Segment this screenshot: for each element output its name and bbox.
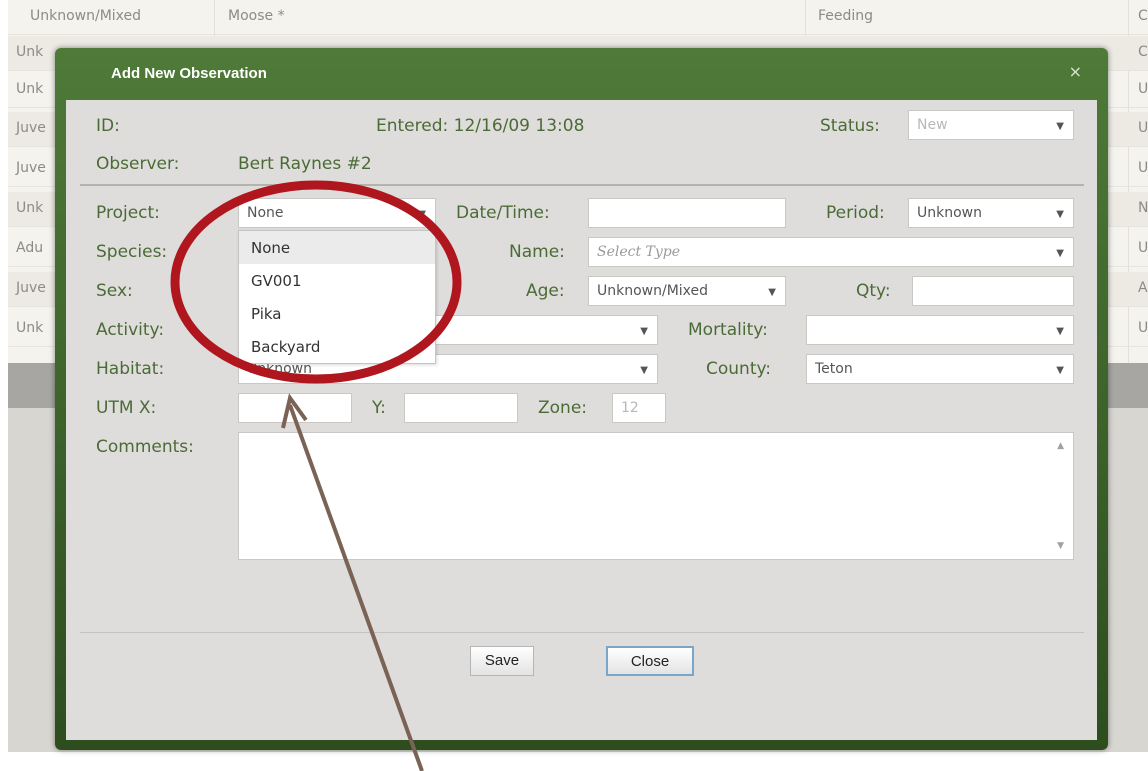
table-cell: Feeding [818, 8, 874, 24]
age-label: Age: [526, 281, 565, 301]
habitat-label: Habitat: [96, 359, 165, 379]
page-margin [0, 0, 8, 771]
close-button[interactable]: Close [606, 646, 694, 676]
project-select[interactable]: None ▼ [238, 198, 436, 228]
name-placeholder: Select Type [597, 244, 681, 260]
table-cell: Moose * [228, 8, 285, 24]
county-label: County: [706, 359, 772, 379]
dialog-body: ID: Entered: 12/16/09 13:08 Status: New … [66, 100, 1097, 740]
county-value: Teton [815, 361, 853, 377]
caret-down-icon: ▼ [1056, 209, 1064, 220]
save-button[interactable]: Save [470, 646, 534, 676]
project-value: None [247, 205, 284, 221]
project-option-pika[interactable]: Pika [239, 297, 435, 330]
table-cell: U [1138, 81, 1148, 97]
table-cell: C [1138, 44, 1148, 60]
utm-x-label: UTM X: [96, 398, 157, 418]
species-label: Species: [96, 242, 168, 262]
sex-label: Sex: [96, 281, 133, 301]
status-value: New [917, 117, 948, 133]
status-select[interactable]: New ▼ [908, 110, 1074, 140]
header-divider [80, 184, 1084, 186]
name-label: Name: [509, 242, 565, 262]
zone-value: 12 [621, 400, 639, 416]
status-label: Status: [820, 116, 880, 136]
table-cell: Juve [16, 160, 46, 176]
caret-down-icon: ▼ [1056, 248, 1064, 259]
comments-label: Comments: [96, 437, 194, 457]
county-select[interactable]: Teton ▼ [806, 354, 1074, 384]
qty-input[interactable] [912, 276, 1074, 306]
project-option-gv001[interactable]: GV001 [239, 264, 435, 297]
mortality-label: Mortality: [688, 320, 768, 340]
table-cell: N [1138, 200, 1148, 216]
table-cell: Unk [16, 81, 44, 97]
table-cell: C [1138, 8, 1148, 24]
add-observation-dialog: Add New Observation × ID: Entered: 12/16… [55, 48, 1108, 750]
age-value: Unknown/Mixed [597, 283, 709, 299]
table-cell: Adu [16, 240, 44, 256]
table-cell: U [1138, 120, 1148, 136]
mortality-select[interactable]: ▼ [806, 315, 1074, 345]
table-cell: U [1138, 240, 1148, 256]
scroll-up-icon[interactable]: ▲ [1057, 441, 1064, 451]
caret-down-icon: ▼ [640, 365, 648, 376]
caret-down-icon: ▼ [418, 209, 426, 220]
activity-label: Activity: [96, 320, 165, 340]
table-cell: Juve [16, 280, 46, 296]
utm-x-input[interactable] [238, 393, 352, 423]
dialog-title: Add New Observation [111, 65, 267, 82]
utm-y-input[interactable] [404, 393, 518, 423]
project-dropdown: None GV001 Pika Backyard [238, 230, 436, 364]
period-value: Unknown [917, 205, 982, 221]
close-icon[interactable]: × [1069, 62, 1082, 81]
zone-input[interactable]: 12 [612, 393, 666, 423]
table-cell: Juve [16, 120, 46, 136]
comments-textarea[interactable]: ▲ ▼ [238, 432, 1074, 560]
table-cell: A [1138, 280, 1148, 296]
project-option-none[interactable]: None [239, 231, 435, 264]
table-cell: Unknown/Mixed [30, 8, 142, 24]
observer-value: Bert Raynes #2 [238, 154, 372, 174]
datetime-input[interactable] [588, 198, 786, 228]
period-label: Period: [826, 203, 885, 223]
observer-label: Observer: [96, 154, 180, 174]
table-cell: Unk [16, 320, 44, 336]
table-row[interactable]: Unknown/Mixed Moose * Feeding C [0, 0, 1148, 35]
utm-y-label: Y: [372, 398, 386, 418]
caret-down-icon: ▼ [1056, 326, 1064, 337]
caret-down-icon: ▼ [1056, 365, 1064, 376]
caret-down-icon: ▼ [640, 326, 648, 337]
name-select[interactable]: Select Type ▼ [588, 237, 1074, 267]
period-select[interactable]: Unknown ▼ [908, 198, 1074, 228]
page-margin [0, 752, 1148, 771]
table-cell: U [1138, 320, 1148, 336]
zone-label: Zone: [538, 398, 588, 418]
caret-down-icon: ▼ [1056, 121, 1064, 132]
table-cell: U [1138, 160, 1148, 176]
qty-label: Qty: [856, 281, 891, 301]
table-cell: Unk [16, 44, 44, 60]
table-cell: Unk [16, 200, 44, 216]
project-label: Project: [96, 203, 160, 223]
id-label: ID: [96, 116, 120, 136]
entered-timestamp: Entered: 12/16/09 13:08 [376, 116, 585, 136]
datetime-label: Date/Time: [456, 203, 550, 223]
footer-divider [80, 632, 1084, 633]
age-select[interactable]: Unknown/Mixed ▼ [588, 276, 786, 306]
project-option-backyard[interactable]: Backyard [239, 330, 435, 363]
caret-down-icon: ▼ [768, 287, 776, 298]
scroll-down-icon[interactable]: ▼ [1057, 541, 1064, 551]
